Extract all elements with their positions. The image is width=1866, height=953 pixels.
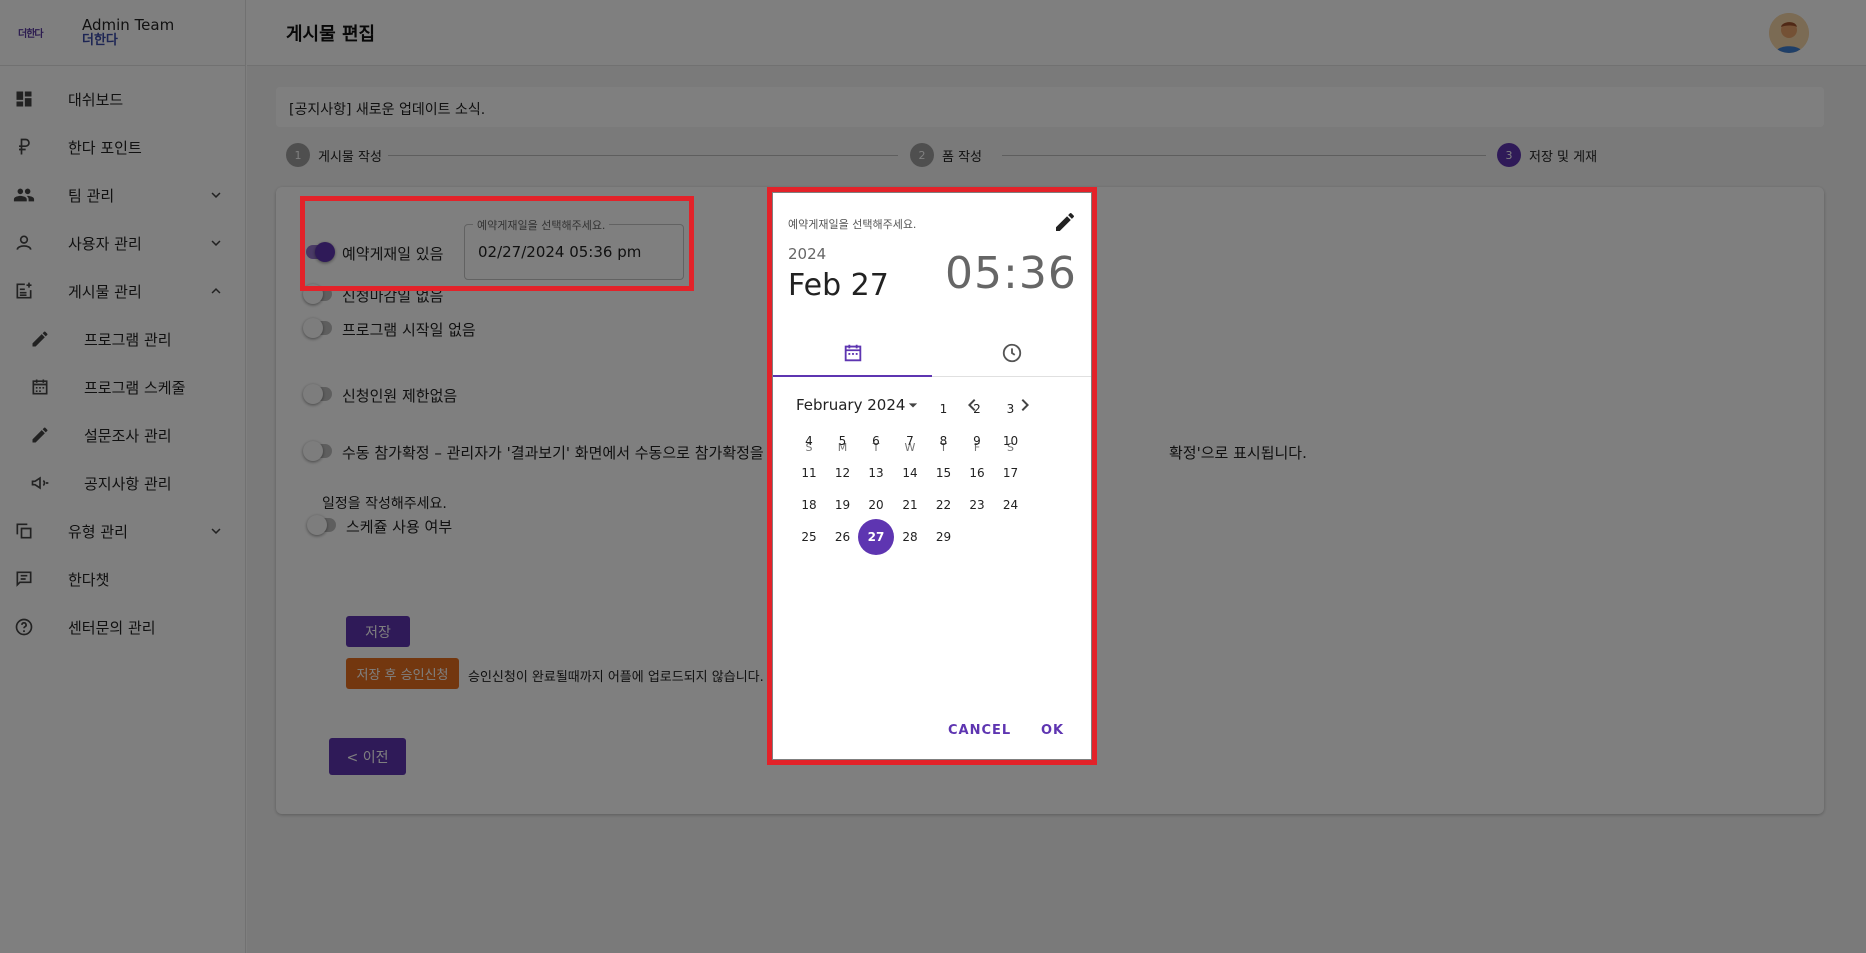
calendar-day[interactable]: 11 [791, 455, 827, 491]
calendar-day[interactable]: 1 [926, 391, 962, 427]
tab-date[interactable] [773, 329, 932, 377]
calendar-day[interactable]: 16 [959, 455, 995, 491]
calendar-day[interactable]: 6 [858, 423, 894, 459]
picker-caption: 예약게재일을 선택해주세요. [788, 218, 917, 231]
calendar-day[interactable]: 29 [926, 519, 962, 555]
tab-time[interactable] [932, 329, 1091, 377]
calendar-day[interactable]: 17 [993, 455, 1029, 491]
calendar-day[interactable]: 3 [993, 391, 1029, 427]
picker-time: 05:36 [945, 248, 1077, 299]
selected-day[interactable]: 27 [858, 519, 894, 555]
calendar-day[interactable]: 20 [858, 487, 894, 523]
month-label[interactable]: February 2024 [796, 396, 905, 414]
calendar-icon [844, 344, 861, 362]
pencil-icon[interactable] [1053, 210, 1077, 234]
calendar-day[interactable]: 14 [892, 455, 928, 491]
calendar-day[interactable]: 9 [959, 423, 995, 459]
picker-year[interactable]: 2024 [788, 245, 826, 263]
calendar-day[interactable]: 24 [993, 487, 1029, 523]
calendar-day[interactable]: 10 [993, 423, 1029, 459]
calendar-day[interactable]: 18 [791, 487, 827, 523]
picker-date[interactable]: Feb 27 [788, 268, 889, 303]
calendar-day[interactable]: 8 [926, 423, 962, 459]
time-separator: : [1003, 248, 1019, 299]
calendar-day[interactable]: 22 [926, 487, 962, 523]
calendar-day[interactable]: 13 [858, 455, 894, 491]
ok-button[interactable]: OK [1041, 723, 1064, 738]
calendar-day[interactable]: 26 [825, 519, 861, 555]
datetime-picker-dialog: 예약게재일을 선택해주세요. 2024 Feb 27 05:36 Februar… [773, 193, 1091, 759]
calendar-day[interactable]: 5 [825, 423, 861, 459]
tab-indicator [773, 375, 932, 377]
calendar-day[interactable]: 23 [959, 487, 995, 523]
calendar-day[interactable]: 21 [892, 487, 928, 523]
picker-hour[interactable]: 05 [945, 248, 1003, 299]
calendar-day[interactable]: 12 [825, 455, 861, 491]
calendar-day[interactable]: 28 [892, 519, 928, 555]
calendar-day[interactable]: 2 [959, 391, 995, 427]
calendar-day[interactable]: 4 [791, 423, 827, 459]
calendar-day[interactable]: 25 [791, 519, 827, 555]
cancel-button[interactable]: CANCEL [948, 723, 1011, 738]
picker-minute[interactable]: 36 [1019, 248, 1077, 299]
calendar-day[interactable]: 19 [825, 487, 861, 523]
highlight-box-reserve [300, 196, 694, 291]
calendar-day[interactable]: 15 [926, 455, 962, 491]
calendar-day[interactable]: 7 [892, 423, 928, 459]
picker-tabs [773, 329, 1091, 377]
dropdown-arrow-icon[interactable] [903, 395, 923, 415]
clock-icon [1002, 343, 1021, 363]
